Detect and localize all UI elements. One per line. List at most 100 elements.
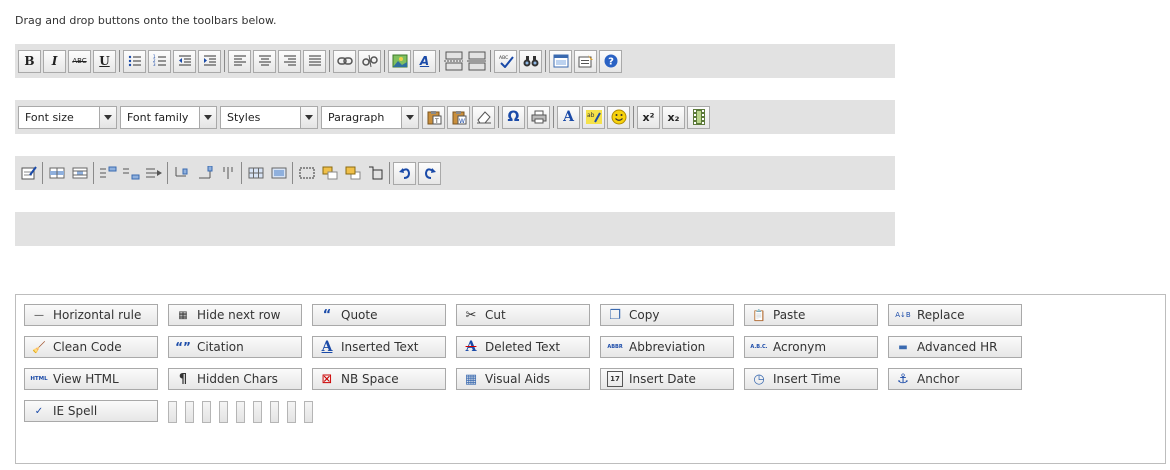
palette-separator-item[interactable]: [185, 401, 194, 423]
palette-cut-button[interactable]: ✂ Cut: [456, 304, 590, 326]
chevron-down-icon[interactable]: [300, 106, 317, 128]
remove-format-button[interactable]: [472, 105, 495, 129]
print-button[interactable]: [527, 105, 550, 129]
page-break-2-button[interactable]: [466, 50, 487, 73]
italic-button[interactable]: I: [43, 49, 66, 73]
col-after-button[interactable]: [194, 162, 215, 185]
palette-paste-button[interactable]: 📋 Paste: [744, 304, 878, 326]
palette-copy-button[interactable]: ❐ Copy: [600, 304, 734, 326]
font-size-select[interactable]: Font size: [18, 105, 117, 129]
palette-citation-button[interactable]: “” Citation: [168, 336, 302, 358]
fullscreen-button[interactable]: [549, 49, 572, 73]
insert-image-button[interactable]: [388, 49, 411, 73]
palette-separator-item[interactable]: [304, 401, 313, 423]
emoticons-button[interactable]: [607, 105, 630, 129]
align-left-button[interactable]: [228, 49, 251, 73]
indent-button[interactable]: [198, 49, 221, 73]
palette-quote-button[interactable]: “ Quote: [312, 304, 446, 326]
delete-row-button[interactable]: [143, 162, 164, 185]
palette-advanced-hr-button[interactable]: ▬ Advanced HR: [888, 336, 1022, 358]
delete-row-icon: [145, 168, 162, 178]
button-palette[interactable]: — Horizontal rule ▦ Hide next row “ Quote ✂…: [15, 294, 1166, 464]
paste-text-button[interactable]: T: [422, 105, 445, 129]
palette-acronym-button[interactable]: A.B.C. Acronym: [744, 336, 878, 358]
palette-hidden-chars-button[interactable]: ¶ Hidden Chars: [168, 368, 302, 390]
palette-insert-date-button[interactable]: 17 Insert Date: [600, 368, 734, 390]
toolbar-3[interactable]: [15, 156, 895, 190]
spellcheck-button[interactable]: ABC: [494, 49, 517, 73]
outdent-button[interactable]: [173, 49, 196, 73]
numbered-list-button[interactable]: 123: [148, 49, 171, 73]
paste-word-button[interactable]: W: [447, 105, 470, 129]
font-family-select[interactable]: Font family: [120, 105, 217, 129]
properties-button[interactable]: [574, 49, 597, 73]
palette-visual-aids-button[interactable]: ▦ Visual Aids: [456, 368, 590, 390]
backcolor-button[interactable]: ab: [582, 105, 605, 129]
chevron-down-icon[interactable]: [99, 106, 116, 128]
palette-insert-time-button[interactable]: ◷ Insert Time: [744, 368, 878, 390]
merge-cells-button[interactable]: [268, 162, 289, 185]
help-button[interactable]: ?: [599, 49, 622, 73]
align-justify-button[interactable]: [303, 49, 326, 73]
palette-horizontal-rule-button[interactable]: — Horizontal rule: [24, 304, 158, 326]
row-before-button[interactable]: [97, 162, 118, 185]
move-backward-button[interactable]: [342, 162, 363, 185]
chevron-down-icon[interactable]: [199, 106, 216, 128]
palette-abbreviation-button[interactable]: ABBR Abbreviation: [600, 336, 734, 358]
special-char-button[interactable]: Ω: [502, 105, 525, 129]
link-button[interactable]: [333, 49, 356, 73]
bold-button[interactable]: B: [18, 49, 41, 73]
svg-text:ab: ab: [587, 112, 595, 119]
palette-separator-item[interactable]: [270, 401, 279, 423]
forecolor-button[interactable]: A: [557, 105, 580, 129]
styles-select[interactable]: Styles: [220, 105, 318, 129]
cell-props-button[interactable]: [69, 162, 90, 185]
palette-separator-item[interactable]: [219, 401, 228, 423]
align-right-button[interactable]: [278, 49, 301, 73]
palette-separator-item[interactable]: [287, 401, 296, 423]
find-button[interactable]: [519, 49, 542, 73]
move-forward-button[interactable]: [319, 162, 340, 185]
col-before-button[interactable]: [171, 162, 192, 185]
palette-separator-item[interactable]: [168, 401, 177, 423]
palette-hide-next-row-button[interactable]: ▦ Hide next row: [168, 304, 302, 326]
palette-separator-item[interactable]: [202, 401, 211, 423]
table-button[interactable]: [18, 162, 39, 185]
bullet-list-button[interactable]: [123, 49, 146, 73]
palette-replace-button[interactable]: A↓B Replace: [888, 304, 1022, 326]
subscript-icon: x₂: [667, 110, 680, 124]
palette-anchor-button[interactable]: ⚓ Anchor: [888, 368, 1022, 390]
page-break-button[interactable]: [443, 50, 464, 73]
palette-inserted-text-button[interactable]: A Inserted Text: [312, 336, 446, 358]
row-props-button[interactable]: [46, 162, 67, 185]
absolute-button[interactable]: [365, 162, 386, 185]
palette-separator-item[interactable]: [236, 401, 245, 423]
unlink-button[interactable]: [358, 49, 381, 73]
align-justify-icon: [308, 55, 321, 66]
insert-layer-button[interactable]: [296, 162, 317, 185]
split-cells-button[interactable]: [245, 162, 266, 185]
undo-button[interactable]: [393, 161, 416, 185]
align-center-button[interactable]: [253, 49, 276, 73]
palette-deleted-text-button[interactable]: A Deleted Text: [456, 336, 590, 358]
underline-button[interactable]: U: [93, 49, 116, 73]
strikethrough-button[interactable]: ABC: [68, 49, 91, 73]
palette-clean-code-button[interactable]: 🧹 Clean Code: [24, 336, 158, 358]
toolbar-4-empty[interactable]: [15, 212, 895, 246]
row-after-button[interactable]: [120, 162, 141, 185]
palette-nb-space-button[interactable]: ⊠ NB Space: [312, 368, 446, 390]
text-style-button[interactable]: A: [413, 49, 436, 73]
toolbar-1[interactable]: B I ABC U 123 A ABC ?: [15, 44, 895, 78]
palette-view-html-button[interactable]: HTML View HTML: [24, 368, 158, 390]
paragraph-select[interactable]: Paragraph: [321, 105, 419, 129]
palette-separator-item[interactable]: [253, 401, 262, 423]
move-backward-icon: [345, 166, 360, 180]
palette-ie-spell-button[interactable]: ✓ IE Spell: [24, 400, 158, 422]
subscript-button[interactable]: x₂: [662, 105, 685, 129]
delete-col-button[interactable]: [217, 162, 238, 185]
chevron-down-icon[interactable]: [401, 106, 418, 128]
media-button[interactable]: [687, 105, 710, 129]
redo-button[interactable]: [418, 161, 441, 185]
toolbar-2[interactable]: Font size Font family Styles Paragraph T…: [15, 100, 895, 134]
superscript-button[interactable]: x²: [637, 105, 660, 129]
